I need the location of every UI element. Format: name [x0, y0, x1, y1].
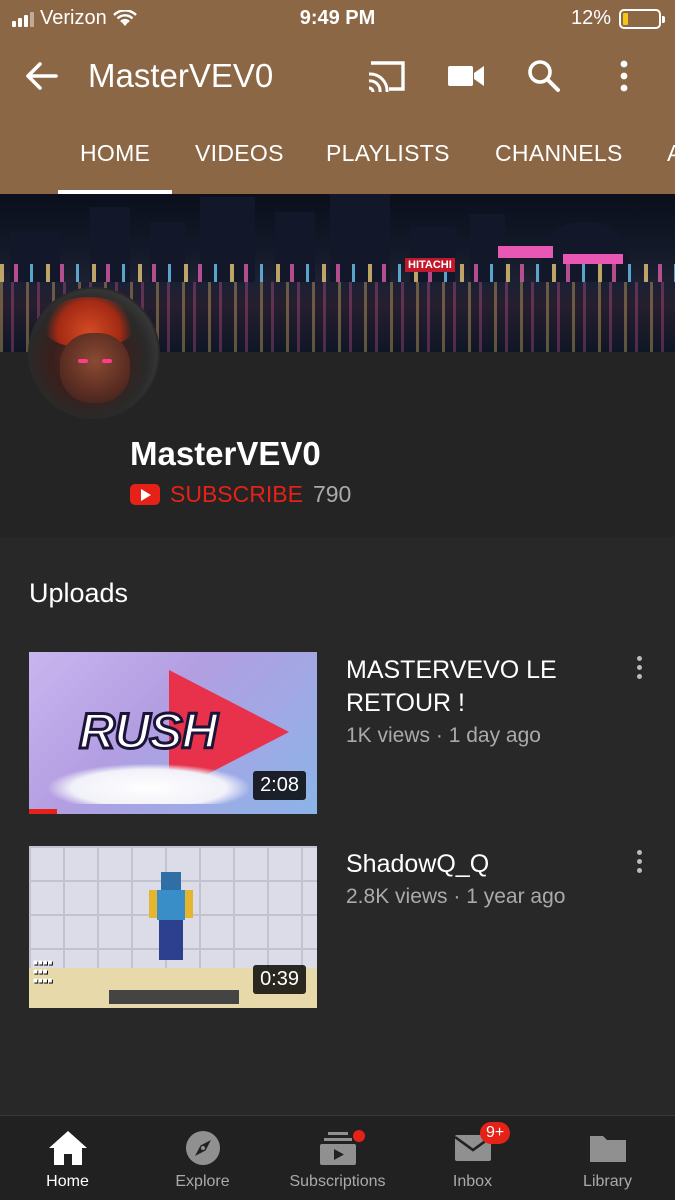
- video-camera-button[interactable]: [444, 56, 488, 96]
- tab-about[interactable]: A: [667, 140, 675, 167]
- folder-icon: [586, 1128, 630, 1168]
- back-arrow-icon: [26, 62, 58, 90]
- video-meta: 2.8K views · 1 year ago: [346, 885, 566, 908]
- nav-label: Library: [583, 1173, 632, 1190]
- video-menu-button[interactable]: [628, 850, 650, 880]
- video-duration: 2:08: [253, 771, 306, 800]
- nav-subscriptions[interactable]: Subscriptions: [270, 1116, 405, 1200]
- video-camera-icon: [448, 66, 484, 86]
- youtube-logo-icon: [130, 484, 160, 505]
- channel-name: MasterVEV0: [130, 435, 321, 472]
- cast-button[interactable]: [364, 56, 408, 96]
- cast-icon: [368, 61, 405, 93]
- channel-avatar[interactable]: [28, 287, 160, 419]
- video-meta: 1K views · 1 day ago: [346, 724, 541, 747]
- battery-info: 12%: [570, 7, 665, 30]
- tab-playlists[interactable]: PLAYLISTS: [326, 140, 450, 167]
- home-icon: [46, 1128, 90, 1168]
- nav-label: Explore: [175, 1173, 230, 1190]
- banner-sign: HITACHI: [405, 258, 455, 272]
- inbox-badge: 9+: [480, 1122, 511, 1144]
- tab-home[interactable]: HOME: [80, 140, 150, 167]
- nav-explore[interactable]: Explore: [135, 1116, 270, 1200]
- video-thumbnail[interactable]: RUSH 2:08: [29, 652, 317, 814]
- video-thumbnail[interactable]: ■■■■ ■■■ ■■■■ 0:39: [29, 846, 317, 1008]
- app-bar-title: MasterVEV0: [88, 57, 274, 94]
- subscribe-label: SUBSCRIBE: [170, 481, 303, 507]
- new-content-dot: [353, 1130, 365, 1142]
- status-bar: Verizon 9:49 PM 12%: [0, 0, 675, 40]
- more-vertical-icon: [620, 60, 628, 92]
- video-title[interactable]: ShadowQ_Q: [346, 848, 606, 881]
- player-character-icon: [149, 872, 193, 960]
- uploads-heading: Uploads: [29, 578, 129, 608]
- search-button[interactable]: [522, 56, 566, 96]
- channel-tabs: HOME VIDEOS PLAYLISTS CHANNELS A: [0, 128, 675, 194]
- nav-inbox[interactable]: 9+ Inbox: [405, 1116, 540, 1200]
- tab-channels[interactable]: CHANNELS: [495, 140, 623, 167]
- compass-icon: [181, 1128, 225, 1168]
- app-bar: MasterVEV0: [0, 44, 675, 108]
- battery-icon: [619, 8, 665, 29]
- nav-label: Inbox: [452, 1173, 493, 1190]
- video-duration: 0:39: [253, 965, 306, 994]
- search-icon: [528, 60, 560, 92]
- thumbnail-text: RUSH: [78, 702, 220, 761]
- tab-videos[interactable]: VIDEOS: [195, 140, 284, 167]
- nav-home[interactable]: Home: [0, 1116, 135, 1200]
- nav-label: Subscriptions: [289, 1173, 386, 1190]
- watch-progress-bar: [29, 809, 57, 814]
- channel-header: Verizon 9:49 PM 12% MasterVEV0 HOME VIDE…: [0, 0, 675, 194]
- subscribe-button[interactable]: SUBSCRIBE 790: [130, 481, 351, 508]
- nav-library[interactable]: Library: [540, 1116, 675, 1200]
- bottom-navigation: Home Explore Subscriptions 9+ Inbox Libr…: [0, 1115, 675, 1200]
- subscriber-count: 790: [312, 481, 352, 507]
- battery-percent: 12%: [570, 7, 611, 29]
- video-menu-button[interactable]: [628, 656, 650, 686]
- video-title[interactable]: MASTERVEVO LE RETOUR !: [346, 654, 606, 720]
- nav-label: Home: [46, 1173, 89, 1190]
- back-button[interactable]: [22, 58, 62, 94]
- more-options-button[interactable]: [602, 56, 646, 96]
